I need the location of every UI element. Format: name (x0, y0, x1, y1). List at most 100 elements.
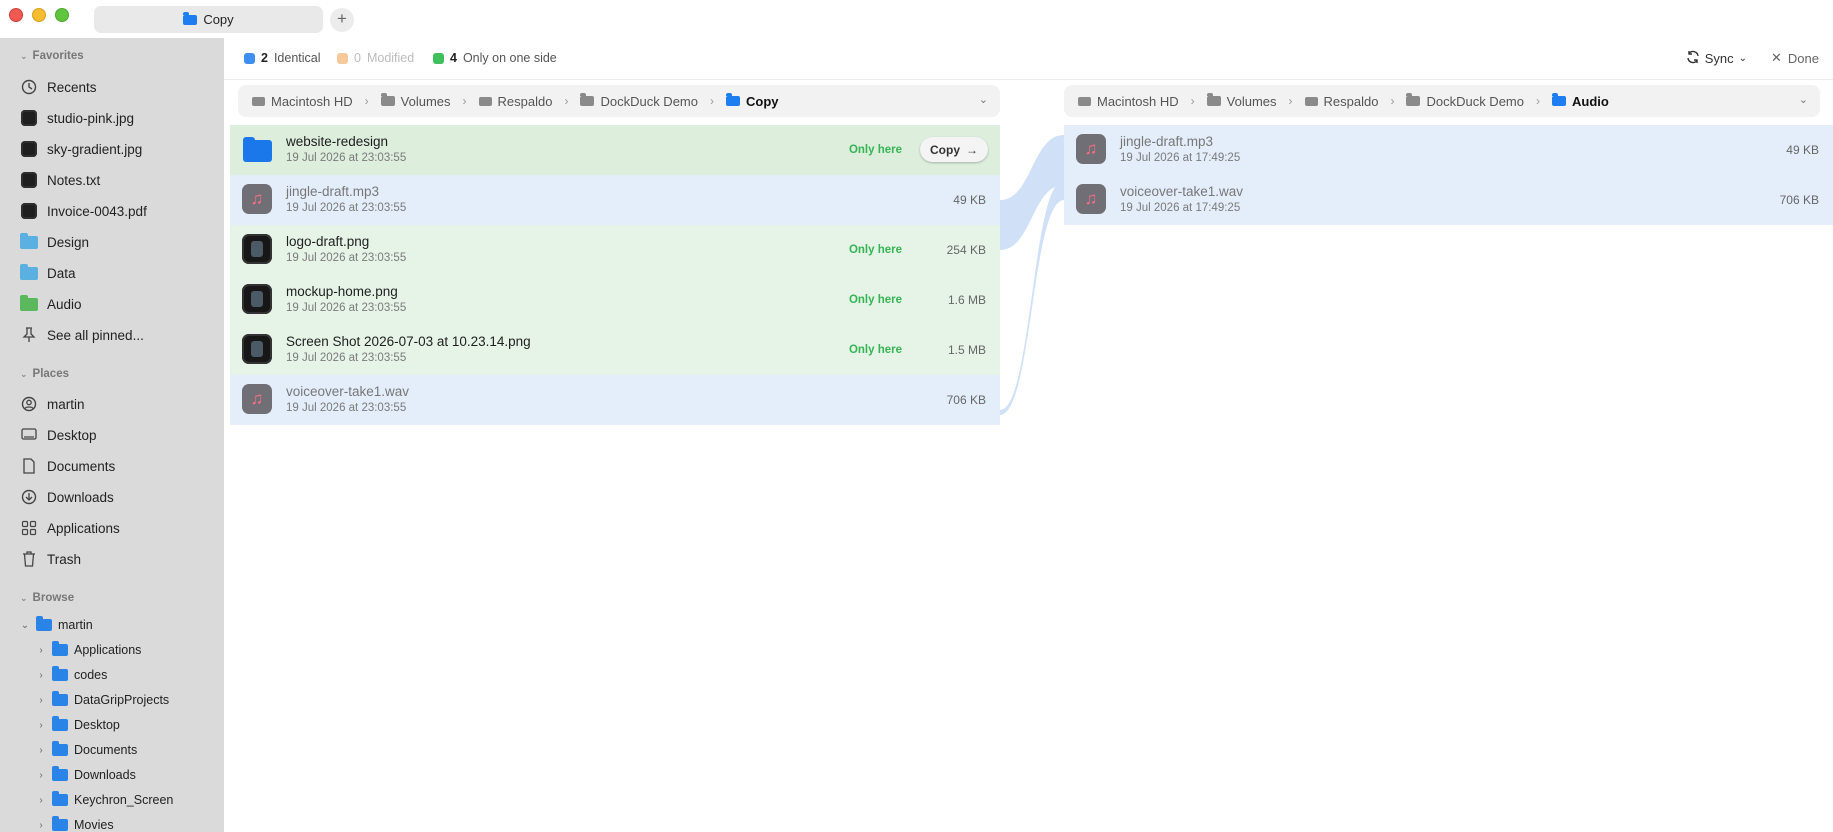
chevron-right-icon[interactable]: › (36, 670, 46, 681)
identical-label: Identical (273, 51, 321, 65)
tree-item[interactable]: › Documents (36, 739, 137, 761)
copy-label: Copy (930, 142, 960, 157)
one-side-filter[interactable]: 4 Only on one side (433, 51, 557, 65)
file-date: 19 Jul 2026 at 17:49:25 (1120, 152, 1241, 164)
sidebar-item-label: Desktop (47, 427, 97, 443)
file-row[interactable]: logo-draft.png 19 Jul 2026 at 23:03:55 O… (230, 225, 1000, 275)
chevron-right-icon: › (1190, 94, 1195, 108)
chevron-right-icon[interactable]: › (36, 820, 46, 831)
sidebar-item-martin[interactable]: martin (20, 392, 85, 416)
tree-item[interactable]: › Downloads (36, 764, 136, 786)
breadcrumb-current[interactable]: Audio (1551, 93, 1609, 109)
breadcrumb-current[interactable]: Copy (725, 93, 778, 109)
breadcrumb-item[interactable]: Volumes (1206, 93, 1277, 109)
sidebar-item-design[interactable]: Design (20, 230, 89, 254)
breadcrumb-item[interactable]: Macintosh HD (252, 94, 353, 109)
places-header[interactable]: ⌄ Places (20, 368, 69, 380)
zoom-window-button[interactable] (55, 8, 69, 22)
sidebar-item-invoice[interactable]: Invoice-0043.pdf (20, 199, 147, 223)
trash-icon (20, 550, 38, 568)
browse-header[interactable]: ⌄ Browse (20, 592, 74, 604)
chevron-down-icon[interactable]: ⌄ (20, 620, 30, 631)
tab-title: Copy (203, 12, 234, 27)
sidebar-item-recents[interactable]: Recents (20, 75, 97, 99)
file-row[interactable]: ♫ voiceover-take1.wav 19 Jul 2026 at 17:… (1064, 175, 1833, 225)
sidebar-item-desktop[interactable]: Desktop (20, 423, 97, 447)
sidebar-item-sky-gradient[interactable]: sky-gradient.jpg (20, 137, 142, 161)
desktop-icon (20, 426, 38, 444)
tree-item-label: Movies (74, 818, 114, 832)
sidebar-item-applications[interactable]: Applications (20, 516, 120, 540)
favorites-header[interactable]: ⌄ Favorites (20, 50, 84, 62)
chevron-down-icon[interactable]: ⌄ (1799, 93, 1808, 106)
file-row[interactable]: Screen Shot 2026-07-03 at 10.23.14.png 1… (230, 325, 1000, 375)
breadcrumb-item[interactable]: DockDuck Demo (1406, 93, 1524, 109)
disk-icon (478, 96, 492, 106)
file-row[interactable]: ♫ jingle-draft.mp3 19 Jul 2026 at 17:49:… (1064, 125, 1833, 175)
file-name: jingle-draft.mp3 (1120, 134, 1214, 149)
file-name: logo-draft.png (286, 234, 370, 249)
chevron-right-icon[interactable]: › (36, 795, 46, 806)
tab-copy[interactable]: Copy (94, 6, 323, 33)
tree-item[interactable]: › Keychron_Screen (36, 789, 173, 811)
copy-button[interactable]: Copy → (920, 137, 988, 162)
chevron-right-icon[interactable]: › (36, 745, 46, 756)
tree-item[interactable]: › DataGripProjects (36, 689, 169, 711)
identical-filter[interactable]: 2 Identical (244, 51, 321, 65)
tree-item[interactable]: › Movies (36, 814, 114, 832)
close-window-button[interactable] (9, 8, 23, 22)
minimize-window-button[interactable] (32, 8, 46, 22)
file-size: 706 KB (946, 393, 986, 407)
done-button[interactable]: ✕ Done (1771, 50, 1819, 66)
file-row[interactable]: mockup-home.png 19 Jul 2026 at 23:03:55 … (230, 275, 1000, 325)
tree-item-martin[interactable]: ⌄ martin (20, 614, 93, 636)
sidebar-item-audio[interactable]: Audio (20, 292, 82, 316)
sidebar-item-documents[interactable]: Documents (20, 454, 115, 478)
sidebar-item-label: Trash (47, 551, 82, 567)
tree-item[interactable]: › codes (36, 664, 107, 686)
left-path-bar[interactable]: Macintosh HD › Volumes › Respaldo › Dock… (238, 85, 1000, 117)
tree-item[interactable]: › Applications (36, 639, 141, 661)
tree-item-label: Desktop (74, 718, 120, 732)
breadcrumb-item[interactable]: Respaldo (478, 94, 552, 109)
file-row[interactable]: ♫ voiceover-take1.wav 19 Jul 2026 at 23:… (230, 375, 1000, 425)
chevron-right-icon: › (462, 94, 467, 108)
sidebar-item-trash[interactable]: Trash (20, 547, 81, 571)
file-name: Screen Shot 2026-07-03 at 10.23.14.png (286, 334, 531, 349)
sync-button[interactable]: Sync ⌄ (1686, 50, 1747, 67)
sidebar-item-label: Notes.txt (47, 172, 101, 188)
breadcrumb-item[interactable]: Macintosh HD (1078, 94, 1179, 109)
sidebar-item-see-all-pinned[interactable]: See all pinned... (20, 323, 144, 347)
chevron-right-icon[interactable]: › (36, 720, 46, 731)
right-path-bar[interactable]: Macintosh HD › Volumes › Respaldo › Dock… (1064, 85, 1820, 117)
new-tab-button[interactable]: + (330, 8, 354, 32)
modified-filter[interactable]: 0 Modified (337, 51, 414, 65)
one-side-count: 4 (450, 51, 457, 65)
chevron-right-icon[interactable]: › (36, 695, 46, 706)
breadcrumb-item[interactable]: DockDuck Demo (580, 93, 698, 109)
places-label: Places (32, 368, 69, 380)
file-row[interactable]: ♫ jingle-draft.mp3 19 Jul 2026 at 23:03:… (230, 175, 1000, 225)
match-connectors (1000, 135, 1064, 415)
sidebar: ⌄ Favorites Recents studio-pink.jpg sky-… (0, 38, 224, 832)
chevron-down-icon[interactable]: ⌄ (979, 93, 988, 106)
chevron-right-icon[interactable]: › (36, 645, 46, 656)
disk-icon (1304, 96, 1318, 106)
folder-icon (20, 263, 38, 282)
music-file-icon: ♫ (242, 184, 272, 214)
sidebar-item-studio-pink[interactable]: studio-pink.jpg (20, 106, 134, 130)
music-file-icon: ♫ (1076, 184, 1106, 214)
sidebar-item-downloads[interactable]: Downloads (20, 485, 114, 509)
one-side-label: Only on one side (462, 51, 557, 65)
close-icon: ✕ (1771, 50, 1782, 65)
chevron-right-icon[interactable]: › (36, 770, 46, 781)
sidebar-item-data[interactable]: Data (20, 261, 76, 285)
tree-item[interactable]: › Desktop (36, 714, 120, 736)
breadcrumb-item[interactable]: Volumes (380, 93, 451, 109)
folder-icon (183, 11, 198, 25)
chevron-right-icon: › (1390, 94, 1395, 108)
document-icon (20, 457, 38, 475)
sidebar-item-notes[interactable]: Notes.txt (20, 168, 100, 192)
breadcrumb-item[interactable]: Respaldo (1304, 94, 1378, 109)
file-row[interactable]: website-redesign 19 Jul 2026 at 23:03:55… (230, 125, 1000, 175)
